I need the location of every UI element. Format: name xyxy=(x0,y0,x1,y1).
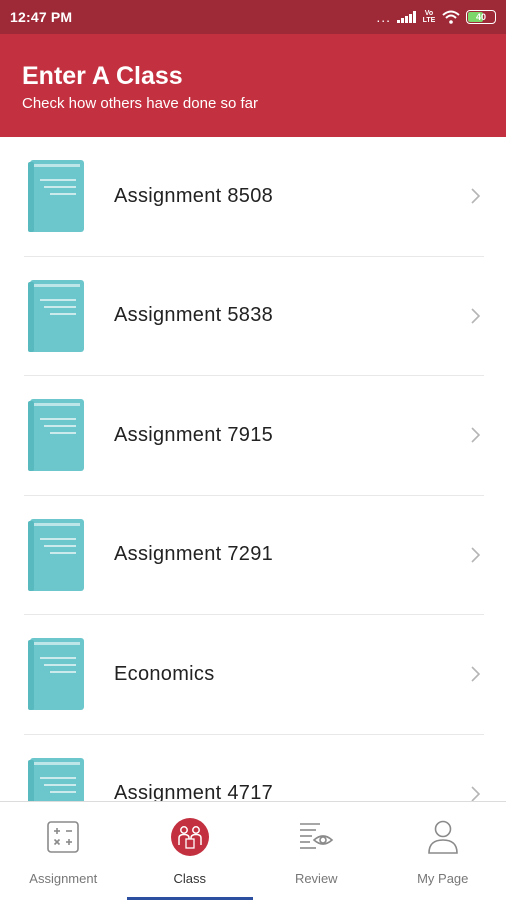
review-eye-icon xyxy=(296,817,336,857)
battery-icon: 40 xyxy=(466,10,496,24)
chevron-right-icon xyxy=(468,785,482,801)
nav-item-class[interactable]: Class xyxy=(126,802,253,900)
chevron-right-icon xyxy=(468,426,482,444)
page-subtitle: Check how others have done so far xyxy=(22,95,258,112)
wifi-icon xyxy=(442,10,460,24)
book-icon xyxy=(28,279,84,352)
class-list[interactable]: Assignment 8508 Assignment 5838 Assignment… xyxy=(0,137,506,801)
nav-item-my-page[interactable]: My Page xyxy=(380,802,506,900)
chevron-right-icon xyxy=(468,665,482,683)
class-list-item[interactable]: Assignment 7291 xyxy=(24,496,484,615)
battery-level: 40 xyxy=(475,12,486,22)
app-header: Enter A Class Check how others have done… xyxy=(0,34,506,137)
book-icon xyxy=(28,638,84,711)
class-name: Assignment 4717 xyxy=(114,782,274,801)
nav-label: Review xyxy=(294,871,338,886)
volte-icon: Vo LTE xyxy=(422,10,436,24)
chevron-right-icon xyxy=(468,307,482,325)
class-list-item[interactable]: Assignment 7915 xyxy=(24,376,484,496)
volte-top-text: Vo xyxy=(424,10,434,17)
status-time: 12:47 PM xyxy=(10,9,73,25)
volte-bottom-text: LTE xyxy=(422,17,436,24)
nav-item-assignment[interactable]: Assignment xyxy=(0,802,127,900)
user-icon xyxy=(423,817,463,857)
page-title: Enter A Class xyxy=(22,62,183,90)
class-name: Assignment 7915 xyxy=(114,423,274,446)
signal-icon xyxy=(397,11,416,23)
nav-label: Assignment xyxy=(29,871,98,886)
chevron-right-icon xyxy=(468,187,482,205)
nav-label: Class xyxy=(173,871,206,886)
class-name: Assignment 5838 xyxy=(114,304,274,327)
class-list-item[interactable]: Assignment 5838 xyxy=(24,257,484,376)
book-icon xyxy=(28,160,84,233)
class-list-item[interactable]: Assignment 8508 xyxy=(24,137,484,257)
class-list-item[interactable]: Economics xyxy=(24,615,484,735)
bottom-nav: Assignment Class Review My Page xyxy=(0,801,506,900)
chevron-right-icon xyxy=(468,546,482,564)
book-icon xyxy=(28,399,84,472)
nav-label: My Page xyxy=(417,871,469,886)
class-name: Assignment 8508 xyxy=(114,184,274,207)
book-icon xyxy=(28,518,84,591)
status-icons: ... Vo LTE 40 xyxy=(376,10,496,24)
class-name: Economics xyxy=(114,662,215,685)
more-dots-icon: ... xyxy=(376,9,391,25)
book-icon xyxy=(28,757,84,801)
status-bar: 12:47 PM ... Vo LTE 40 xyxy=(0,0,506,34)
class-name: Assignment 7291 xyxy=(114,543,274,566)
calculator-icon xyxy=(43,817,83,857)
class-group-icon xyxy=(170,817,210,857)
nav-item-review[interactable]: Review xyxy=(253,802,380,900)
class-list-item[interactable]: Assignment 4717 xyxy=(24,735,484,801)
